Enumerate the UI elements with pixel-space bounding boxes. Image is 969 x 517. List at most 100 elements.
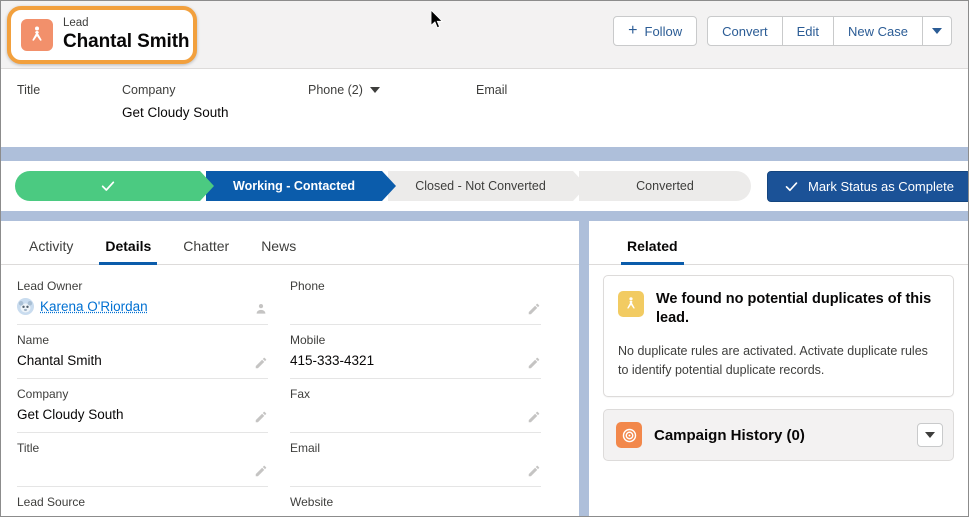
duplicate-card-description: No duplicate rules are activated. Activa… <box>618 342 937 381</box>
highlight-label: Company <box>122 83 308 97</box>
campaign-target-icon <box>616 422 642 448</box>
field-value <box>290 459 541 477</box>
follow-button-label: Follow <box>645 24 683 39</box>
chevron-down-icon <box>925 432 935 438</box>
edit-button[interactable]: Edit <box>783 16 834 46</box>
field-value <box>290 297 541 315</box>
mark-status-complete-label: Mark Status as Complete <box>808 179 954 194</box>
field-title: Title <box>17 441 268 487</box>
related-tabs: Related <box>589 221 968 265</box>
pencil-icon[interactable] <box>527 302 541 316</box>
pencil-icon[interactable] <box>254 356 268 370</box>
field-label: Lead Owner <box>17 279 268 293</box>
details-right-column: Phone Mobile 415-333-4321 <box>290 279 563 517</box>
pencil-icon[interactable] <box>254 410 268 424</box>
details-left-column: Lead Owner <box>17 279 290 517</box>
field-fax: Fax <box>290 387 541 433</box>
check-icon <box>100 178 116 194</box>
field-lead-source: Lead Source <box>17 495 268 517</box>
related-content: We found no potential duplicates of this… <box>589 265 968 461</box>
sales-path: Working - Contacted Closed - Not Convert… <box>1 161 968 211</box>
campaign-history-card[interactable]: Campaign History (0) <box>603 409 954 461</box>
highlight-label: Email <box>476 83 616 97</box>
tab-chatter[interactable]: Chatter <box>167 238 245 264</box>
duplicate-card-title: We found no potential duplicates of this… <box>656 290 937 328</box>
pencil-icon[interactable] <box>527 464 541 478</box>
highlight-label: Phone (2) <box>308 83 363 97</box>
field-email: Email <box>290 441 541 487</box>
chevron-down-icon[interactable] <box>370 87 380 93</box>
highlights-panel: Title Company Get Cloudy South Phone (2)… <box>1 69 968 147</box>
record-body: Activity Details Chatter News Lead Owner <box>1 221 968 517</box>
field-value: 415-333-4321 <box>290 351 541 369</box>
chevron-down-icon <box>932 28 942 34</box>
follow-button[interactable]: + Follow <box>613 16 697 46</box>
lead-owner-link[interactable]: Karena O'Riordan <box>17 297 268 315</box>
record-header: Lead Chantal Smith + Follow Convert Edit… <box>1 1 968 69</box>
path-steps: Working - Contacted Closed - Not Convert… <box>15 171 751 201</box>
field-value <box>290 405 541 423</box>
panel-divider <box>579 221 589 517</box>
field-label: Lead Source <box>17 495 268 509</box>
field-phone: Phone <box>290 279 541 325</box>
header-action-bar: + Follow Convert Edit New Case <box>613 16 952 46</box>
record-title-block: Lead Chantal Smith <box>7 6 197 64</box>
field-mobile: Mobile 415-333-4321 <box>290 333 541 379</box>
highlight-label: Title <box>17 83 122 97</box>
section-divider-top <box>1 147 968 161</box>
field-label: Mobile <box>290 333 541 347</box>
field-value: Chantal Smith <box>17 351 268 369</box>
highlight-field-email: Email <box>476 83 616 147</box>
field-label: Fax <box>290 387 541 401</box>
new-case-button[interactable]: New Case <box>834 16 923 46</box>
field-website: Website <box>290 495 541 517</box>
field-value: Karena O'Riordan <box>40 299 148 314</box>
details-fields: Lead Owner <box>1 265 579 517</box>
path-step-complete[interactable] <box>15 171 200 201</box>
avatar <box>17 298 34 315</box>
pencil-icon[interactable] <box>527 356 541 370</box>
lead-person-icon <box>618 291 644 317</box>
tab-related[interactable]: Related <box>611 238 694 264</box>
field-value <box>17 513 268 517</box>
path-step-closed-not-converted[interactable]: Closed - Not Converted <box>388 171 573 201</box>
highlight-field-title: Title <box>17 83 122 147</box>
page-title: Chantal Smith <box>63 31 189 53</box>
mark-status-complete-button[interactable]: Mark Status as Complete <box>767 171 969 202</box>
highlight-value: Get Cloudy South <box>122 105 308 120</box>
field-value <box>290 513 541 517</box>
change-owner-icon[interactable] <box>254 302 268 316</box>
campaign-history-menu-button[interactable] <box>917 423 943 447</box>
field-value <box>17 459 268 477</box>
lead-person-icon <box>21 19 53 51</box>
tab-activity[interactable]: Activity <box>13 238 89 264</box>
path-step-label: Closed - Not Converted <box>415 179 546 193</box>
pencil-icon[interactable] <box>527 410 541 424</box>
related-panel: Related We found no potential duplicates… <box>589 221 968 517</box>
field-value: Get Cloudy South <box>17 405 268 423</box>
campaign-history-title: Campaign History (0) <box>654 427 917 444</box>
field-label: Company <box>17 387 268 401</box>
more-actions-button[interactable] <box>923 16 952 46</box>
path-step-label: Converted <box>636 179 694 193</box>
highlight-field-company: Company Get Cloudy South <box>122 83 308 147</box>
field-label: Email <box>290 441 541 455</box>
path-step-converted[interactable]: Converted <box>579 171 751 201</box>
field-lead-owner: Lead Owner <box>17 279 268 325</box>
plus-icon: + <box>628 23 637 39</box>
primary-actions-group: Convert Edit New Case <box>707 16 952 46</box>
path-step-working-contacted[interactable]: Working - Contacted <box>206 171 382 201</box>
pencil-icon[interactable] <box>254 464 268 478</box>
path-step-label: Working - Contacted <box>233 179 355 193</box>
object-type-label: Lead <box>63 17 189 30</box>
tab-details[interactable]: Details <box>89 238 167 264</box>
field-label: Website <box>290 495 541 509</box>
field-company: Company Get Cloudy South <box>17 387 268 433</box>
highlight-field-phone[interactable]: Phone (2) <box>308 83 476 147</box>
duplicate-check-card: We found no potential duplicates of this… <box>603 275 954 397</box>
check-icon <box>784 179 799 194</box>
convert-button[interactable]: Convert <box>707 16 783 46</box>
field-label: Title <box>17 441 268 455</box>
field-label: Phone <box>290 279 541 293</box>
tab-news[interactable]: News <box>245 238 312 264</box>
